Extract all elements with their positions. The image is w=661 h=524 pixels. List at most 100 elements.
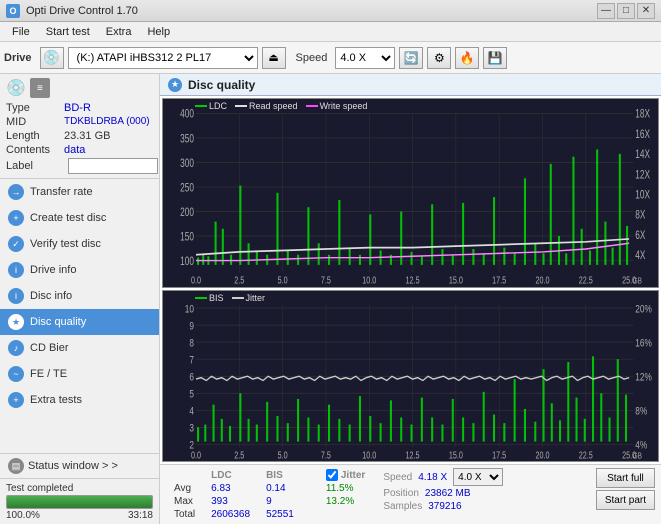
status-window-icon: ▤ (8, 458, 24, 474)
charts-area: LDC Read speed Write speed (160, 96, 661, 464)
contents-value: data (64, 144, 85, 156)
svg-text:400: 400 (180, 109, 194, 122)
menu-help[interactable]: Help (139, 24, 178, 40)
position-key: Position (383, 488, 419, 499)
speed-select[interactable]: 4.0 X 8.0 X (335, 47, 395, 69)
stats-area: LDC BIS Jitter Avg 6.83 0.14 (160, 464, 661, 524)
svg-text:2.5: 2.5 (234, 449, 244, 460)
sidebar-item-disc-quality[interactable]: ★ Disc quality (0, 309, 159, 335)
svg-text:10.0: 10.0 (362, 274, 376, 286)
menu-file[interactable]: File (4, 24, 38, 40)
transfer-rate-icon: → (8, 184, 24, 200)
eject-button[interactable]: ⏏ (262, 47, 286, 69)
start-full-button[interactable]: Start full (596, 468, 655, 488)
svg-text:22.5: 22.5 (579, 274, 593, 286)
start-part-button[interactable]: Start part (596, 490, 655, 510)
verify-test-disc-label: Verify test disc (30, 238, 101, 250)
close-button[interactable]: ✕ (637, 3, 655, 19)
drive-info-icon: i (8, 262, 24, 278)
svg-text:15.0: 15.0 (449, 274, 463, 286)
sidebar: 💿 ≡ Type BD-R MID TDKBLDRBA (000) Length… (0, 74, 160, 524)
sidebar-item-extra-tests[interactable]: + Extra tests (0, 387, 159, 413)
svg-text:17.5: 17.5 (492, 274, 506, 286)
svg-text:GB: GB (633, 450, 642, 460)
refresh-button[interactable]: 🔄 (399, 47, 423, 69)
svg-text:10X: 10X (635, 189, 650, 202)
position-value: 23862 MB (425, 488, 471, 499)
save-button[interactable]: 💾 (483, 47, 507, 69)
sidebar-item-cd-bier[interactable]: ♪ CD Bier (0, 335, 159, 361)
label-label: Label (6, 160, 64, 172)
svg-text:20.0: 20.0 (535, 449, 549, 460)
svg-text:2.5: 2.5 (234, 274, 244, 286)
sidebar-item-drive-info[interactable]: i Drive info (0, 257, 159, 283)
drive-select[interactable]: (K:) ATAPI iHBS312 2 PL17 (68, 47, 258, 69)
sidebar-item-fe-te[interactable]: ~ FE / TE (0, 361, 159, 387)
svg-text:20%: 20% (635, 303, 652, 316)
window-controls[interactable]: — □ ✕ (597, 3, 655, 19)
total-ldc: 2606368 (203, 508, 258, 521)
toolbar: Drive 💿 (K:) ATAPI iHBS312 2 PL17 ⏏ Spee… (0, 42, 661, 74)
sidebar-item-create-test-disc[interactable]: + Create test disc (0, 205, 159, 231)
disc-quality-header: ★ Disc quality (160, 74, 661, 96)
svg-text:16%: 16% (635, 337, 652, 350)
svg-text:4X: 4X (635, 250, 645, 263)
svg-text:14X: 14X (635, 149, 650, 162)
svg-text:12%: 12% (635, 371, 652, 384)
progress-text: Test completed (6, 482, 153, 495)
cd-bier-icon: ♪ (8, 340, 24, 356)
sidebar-item-disc-info[interactable]: i Disc info (0, 283, 159, 309)
bis-chart: BIS Jitter (162, 290, 659, 462)
titlebar: O Opti Drive Control 1.70 — □ ✕ (0, 0, 661, 22)
menu-start-test[interactable]: Start test (38, 24, 98, 40)
svg-text:10: 10 (185, 303, 195, 316)
svg-text:5: 5 (189, 388, 194, 401)
jitter-checkbox[interactable] (326, 469, 338, 481)
stats-table: LDC BIS Jitter Avg 6.83 0.14 (166, 468, 373, 521)
drive-icon-btn[interactable]: 💿 (40, 47, 64, 69)
max-bis: 9 (258, 495, 302, 508)
speed-label: Speed (296, 52, 328, 64)
disc-settings-icon[interactable]: ≡ (30, 78, 50, 98)
maximize-button[interactable]: □ (617, 3, 635, 19)
svg-text:300: 300 (180, 158, 194, 171)
svg-text:150: 150 (180, 231, 194, 244)
contents-label: Contents (6, 144, 64, 156)
ldc-legend-ldc: LDC (209, 101, 227, 111)
svg-text:22.5: 22.5 (579, 449, 593, 460)
col-ldc: LDC (203, 468, 258, 482)
svg-text:17.5: 17.5 (492, 449, 506, 460)
settings-button[interactable]: ⚙ (427, 47, 451, 69)
sidebar-item-verify-test-disc[interactable]: ✓ Verify test disc (0, 231, 159, 257)
svg-text:200: 200 (180, 207, 194, 220)
minimize-button[interactable]: — (597, 3, 615, 19)
svg-text:16X: 16X (635, 129, 650, 142)
svg-text:9: 9 (189, 320, 194, 333)
type-value: BD-R (64, 102, 91, 114)
progress-stats: 100.0% 33:18 (6, 509, 153, 522)
status-window-btn[interactable]: ▤ Status window > > (0, 454, 159, 479)
mid-value: TDKBLDRBA (000) (64, 116, 150, 128)
status-bar-sidebar: ▤ Status window > > Test completed 100.0… (0, 453, 159, 524)
menu-extra[interactable]: Extra (98, 24, 140, 40)
svg-text:12.5: 12.5 (406, 274, 420, 286)
sidebar-item-transfer-rate[interactable]: → Transfer rate (0, 179, 159, 205)
label-input[interactable] (68, 158, 158, 174)
disc-quality-header-icon: ★ (168, 78, 182, 92)
nav-items: → Transfer rate + Create test disc ✓ Ver… (0, 179, 159, 453)
max-ldc: 393 (203, 495, 258, 508)
verify-test-disc-icon: ✓ (8, 236, 24, 252)
app-icon: O (6, 4, 20, 18)
ldc-legend-write: Write speed (320, 101, 368, 111)
bis-legend-bis: BIS (209, 293, 224, 303)
stats-speed-select[interactable]: 4.0 X (453, 468, 503, 486)
transfer-rate-label: Transfer rate (30, 186, 93, 198)
progress-bar-area: Test completed 100.0% 33:18 (0, 479, 159, 524)
svg-text:18X: 18X (635, 109, 650, 122)
bis-chart-svg: 10 9 8 7 6 5 4 3 2 20% 16% 12% (163, 291, 658, 461)
burn-button[interactable]: 🔥 (455, 47, 479, 69)
extra-tests-icon: + (8, 392, 24, 408)
jitter-checkbox-area[interactable]: Jitter (326, 469, 365, 481)
svg-text:12.5: 12.5 (406, 449, 420, 460)
status-window-label: Status window > > (28, 460, 118, 472)
